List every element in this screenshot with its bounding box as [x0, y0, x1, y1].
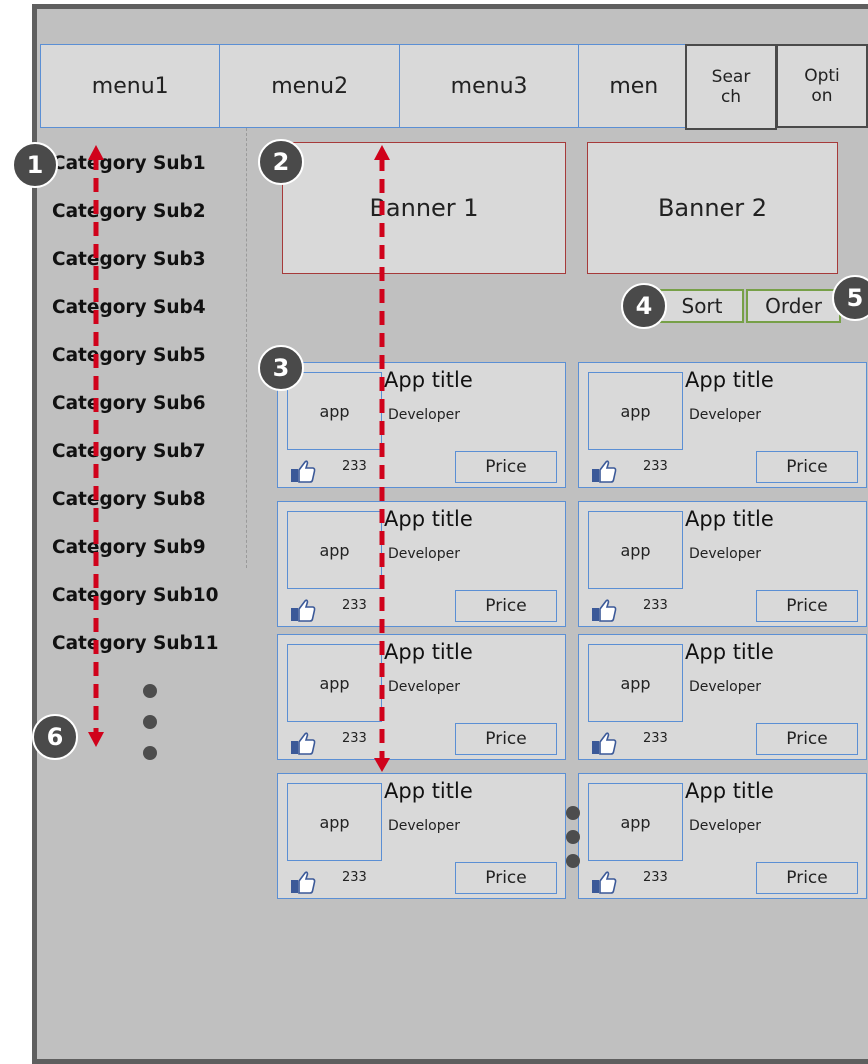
marker-2: 2: [258, 139, 304, 185]
marker-4: 4: [621, 283, 667, 329]
scroll-arrows: [88, 145, 390, 772]
sidebar-scroll-arrow-icon: [88, 145, 104, 747]
marker-3: 3: [258, 345, 304, 391]
marker-6: 6: [32, 714, 78, 760]
marker-1: 1: [12, 142, 58, 188]
content-scroll-arrow-icon: [374, 145, 390, 772]
